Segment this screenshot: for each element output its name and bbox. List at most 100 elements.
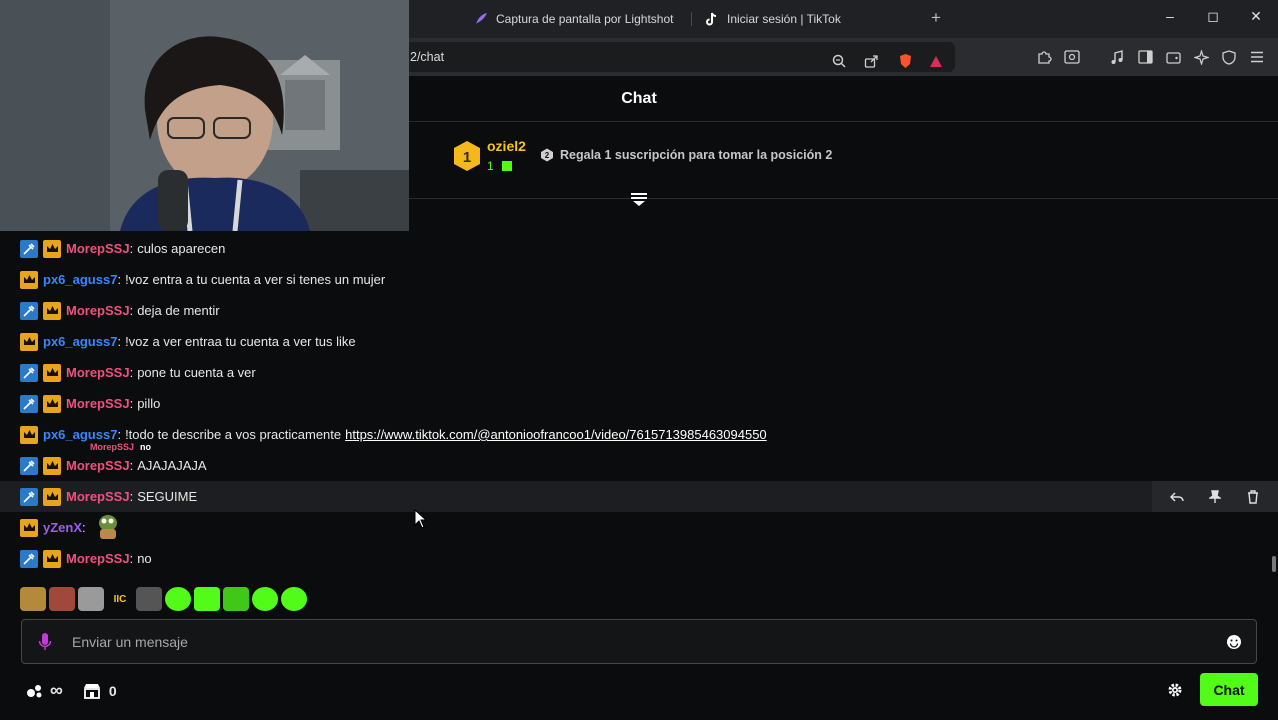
kick-green-emote-icon[interactable] bbox=[165, 587, 191, 611]
tab-lightshot[interactable]: Captura de pantalla por Lightshot bbox=[474, 5, 673, 33]
share-icon[interactable] bbox=[862, 52, 880, 70]
maximize-button[interactable]: ◻ bbox=[1203, 8, 1223, 25]
message-text: AJAJAJAJA bbox=[137, 458, 207, 473]
kick-blob-emote-icon[interactable] bbox=[281, 587, 307, 611]
message-text: culos aparecen bbox=[137, 241, 226, 256]
chat-message-list: MorepSSJ: culos aparecen px6_aguss7: !vo… bbox=[0, 232, 1278, 577]
url-text[interactable]: 2/chat bbox=[410, 50, 444, 64]
microphone-icon[interactable] bbox=[38, 632, 52, 652]
brave-rewards-icon[interactable] bbox=[927, 52, 945, 70]
hands-emote-icon[interactable] bbox=[20, 587, 46, 611]
message-username[interactable]: px6_aguss7 bbox=[43, 334, 117, 349]
chat-message[interactable]: MorepSSJ: no bbox=[0, 543, 1278, 574]
reply-icon[interactable] bbox=[1164, 486, 1190, 508]
message-link[interactable]: https://www.tiktok.com/@antonioofrancoo1… bbox=[345, 427, 767, 442]
message-actions bbox=[1152, 481, 1278, 512]
crown-icon bbox=[43, 456, 61, 475]
mouse-cursor-icon bbox=[414, 508, 428, 529]
menu-icon[interactable] bbox=[1248, 48, 1266, 66]
gift-prompt: 2 Regala 1 suscripción para tomar la pos… bbox=[540, 148, 832, 162]
wallet-icon[interactable] bbox=[1164, 48, 1182, 66]
message-colon: : bbox=[129, 458, 134, 473]
iic-emote-icon[interactable]: IIC bbox=[107, 587, 133, 611]
chat-message[interactable]: px6_aguss7: !todo te describe a vos prac… bbox=[0, 419, 1278, 450]
store-group[interactable]: 0 bbox=[83, 683, 117, 699]
chat-message-input[interactable] bbox=[72, 631, 1192, 653]
chat-message[interactable]: MorepSSJ: culos aparecen bbox=[0, 233, 1278, 264]
kick-ghost-emote-icon[interactable] bbox=[194, 587, 220, 611]
chat-footer: ∞ 0 Chat bbox=[0, 670, 1278, 710]
message-text: pone tu cuenta a ver bbox=[137, 365, 256, 380]
moderator-sword-icon bbox=[20, 456, 38, 475]
crown-icon bbox=[43, 487, 61, 506]
message-colon: : bbox=[129, 365, 134, 380]
message-username[interactable]: MorepSSJ bbox=[66, 551, 130, 566]
new-tab-button[interactable]: + bbox=[931, 8, 941, 28]
extensions-icon[interactable] bbox=[1035, 48, 1053, 66]
vpn-shield-icon[interactable] bbox=[1220, 48, 1238, 66]
delete-icon[interactable] bbox=[1240, 486, 1266, 508]
message-colon: : bbox=[129, 396, 134, 411]
emoji-icon[interactable] bbox=[1226, 634, 1242, 650]
chat-message[interactable]: yZenX: bbox=[0, 512, 1278, 543]
tab-label: Captura de pantalla por Lightshot bbox=[496, 12, 674, 26]
close-button[interactable]: ✕ bbox=[1246, 8, 1266, 25]
message-colon: : bbox=[82, 520, 86, 535]
chat-message[interactable]: px6_aguss7: !voz a ver entraa tu cuenta … bbox=[0, 326, 1278, 357]
settings-gear-icon[interactable] bbox=[1167, 682, 1183, 698]
chat-title: Chat bbox=[621, 90, 657, 107]
tab-tiktok[interactable]: Iniciar sesión | TikTok bbox=[705, 5, 841, 33]
chat-input-box[interactable] bbox=[21, 619, 1257, 664]
chat-message[interactable]: MorepSSJ: AJAJAJAJA bbox=[0, 450, 1278, 481]
message-colon: : bbox=[117, 272, 122, 287]
crown-icon bbox=[20, 332, 38, 351]
leader-username[interactable]: oziel2 bbox=[487, 138, 526, 154]
chat-scrollbar[interactable] bbox=[1272, 556, 1276, 572]
chat-message[interactable]: MorepSSJ: deja de mentir bbox=[0, 295, 1278, 326]
reader-icon[interactable] bbox=[1063, 48, 1081, 66]
message-text: pillo bbox=[137, 396, 161, 411]
zoom-icon[interactable] bbox=[830, 52, 848, 70]
webcam-image bbox=[0, 0, 409, 231]
tab-label: Iniciar sesión | TikTok bbox=[727, 12, 841, 26]
message-username[interactable]: px6_aguss7 bbox=[43, 272, 117, 287]
message-colon: : bbox=[129, 489, 134, 504]
send-chat-button[interactable]: Chat bbox=[1200, 673, 1258, 706]
face-emote-icon[interactable] bbox=[49, 587, 75, 611]
message-username[interactable]: MorepSSJ bbox=[66, 458, 130, 473]
points-icon bbox=[27, 684, 42, 697]
leo-ai-icon[interactable] bbox=[1192, 48, 1210, 66]
message-username[interactable]: MorepSSJ bbox=[66, 303, 130, 318]
collapse-leaderboard-icon[interactable] bbox=[629, 189, 649, 207]
chat-message[interactable]: MorepSSJ: pone tu cuenta a ver bbox=[0, 357, 1278, 388]
sidebar-icon[interactable] bbox=[1136, 48, 1154, 66]
minimize-button[interactable]: – bbox=[1160, 8, 1180, 24]
pin-icon[interactable] bbox=[1202, 486, 1228, 508]
media-icon[interactable] bbox=[1108, 48, 1126, 66]
chat-message[interactable]: MorepSSJ: pillo bbox=[0, 388, 1278, 419]
kick-face-emote-icon[interactable] bbox=[223, 587, 249, 611]
message-username[interactable]: MorepSSJ bbox=[66, 241, 130, 256]
kick-skull-emote-icon[interactable] bbox=[252, 587, 278, 611]
cat-emote-icon[interactable] bbox=[78, 587, 104, 611]
message-text: !voz a ver entraa tu cuenta a ver tus li… bbox=[125, 334, 356, 349]
knife-emote-icon[interactable] bbox=[136, 587, 162, 611]
tab-divider bbox=[691, 12, 692, 26]
message-username[interactable]: px6_aguss7 bbox=[43, 427, 117, 442]
points-group[interactable]: ∞ bbox=[26, 680, 63, 701]
brave-shield-icon[interactable] bbox=[896, 52, 914, 70]
message-text: SEGUIME bbox=[137, 489, 198, 504]
message-username[interactable]: MorepSSJ bbox=[66, 365, 130, 380]
message-username[interactable]: yZenX bbox=[43, 520, 82, 535]
crown-icon bbox=[20, 425, 38, 444]
points-value: ∞ bbox=[50, 680, 63, 700]
chat-message[interactable]: px6_aguss7: !voz entra a tu cuenta a ver… bbox=[0, 264, 1278, 295]
moderator-sword-icon bbox=[20, 549, 38, 568]
message-username[interactable]: MorepSSJ bbox=[66, 489, 130, 504]
footer-stats: ∞ 0 bbox=[26, 680, 137, 701]
message-username[interactable]: MorepSSJ bbox=[66, 396, 130, 411]
chat-message-hovered[interactable]: MorepSSJ: SEGUIME bbox=[0, 481, 1278, 512]
svg-text:2: 2 bbox=[545, 151, 550, 160]
message-colon: : bbox=[129, 241, 134, 256]
crown-icon bbox=[43, 363, 61, 382]
